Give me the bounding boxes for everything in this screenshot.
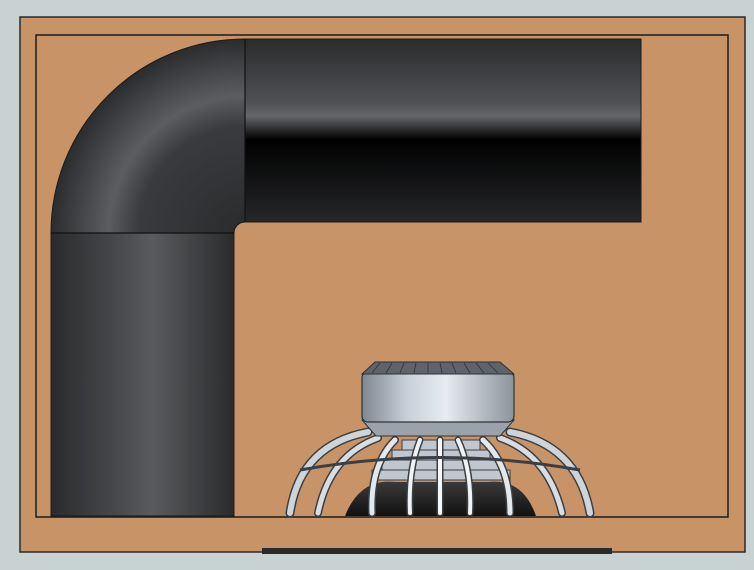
port-horizontal-leg (244, 38, 642, 223)
port-vertical-leg (50, 232, 235, 517)
enclosure-diagram (19, 16, 746, 554)
woofer-magnet-top-cap (360, 361, 516, 375)
woofer-magnet (361, 371, 515, 423)
enclosure-base-plate (262, 548, 612, 554)
